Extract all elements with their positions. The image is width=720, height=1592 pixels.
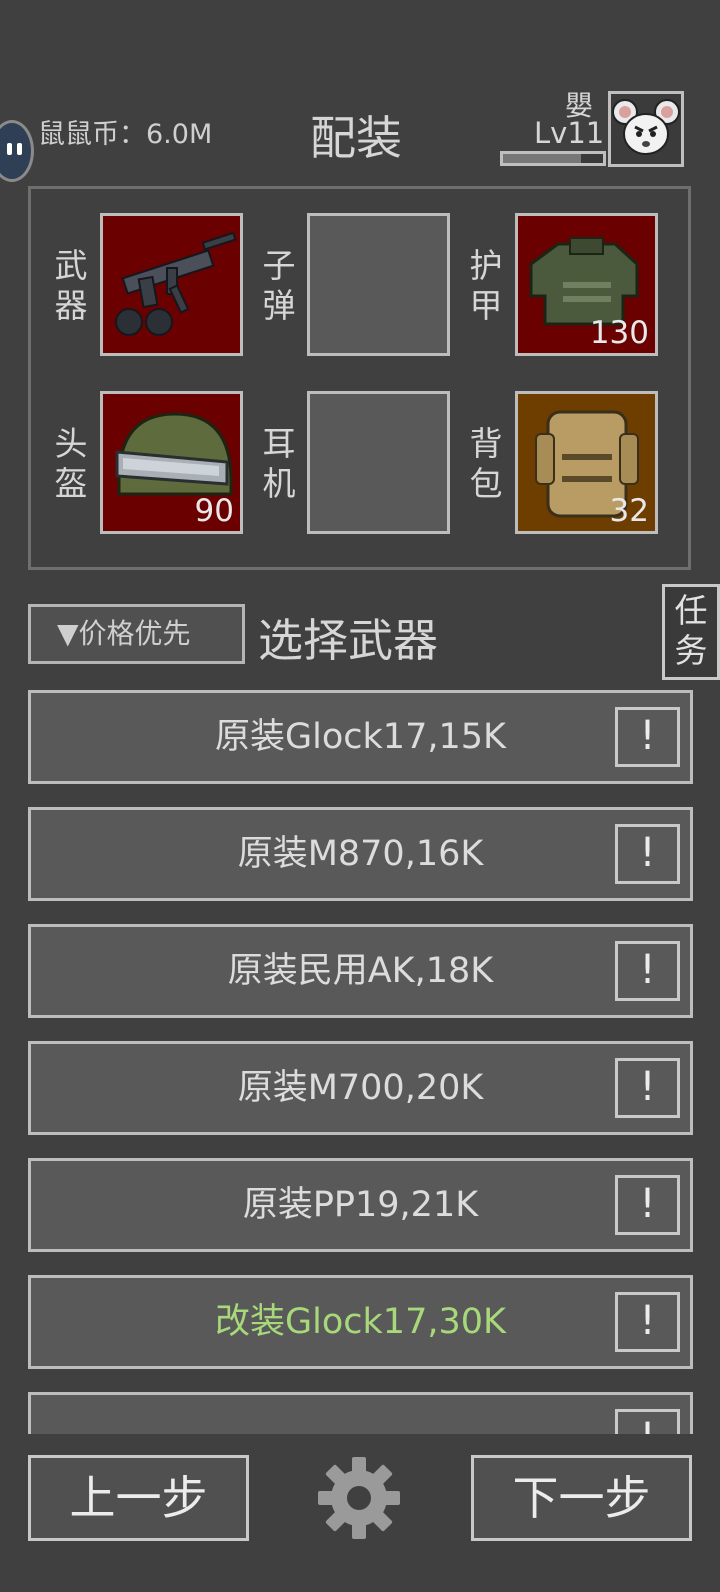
gun-icon [115, 231, 237, 336]
weapon-info-button[interactable]: ! [615, 1292, 680, 1352]
weapon-item-label: 原装M870,16K [237, 834, 484, 874]
ammo-slot-label: 子弹 [262, 246, 296, 325]
mouse-avatar-icon [612, 99, 680, 155]
weapon-list-item[interactable]: 原装Glock17,15K ! [28, 690, 693, 784]
weapon-slot-label: 武器 [54, 246, 88, 325]
sort-by-price-button[interactable]: ▼价格优先 [28, 604, 245, 664]
weapon-info-button[interactable]: ! [615, 941, 680, 1001]
helmet-slot-label: 头盔 [54, 424, 88, 503]
weapon-list-item[interactable]: 改装Glock17,30K ! [28, 1275, 693, 1369]
weapon-info-button[interactable]: ! [615, 1175, 680, 1235]
weapon-list[interactable]: 原装Glock17,15K ! 原装M870,16K ! 原装民用AK,18K … [28, 688, 693, 1434]
ammo-slot[interactable] [307, 213, 450, 356]
page-title: 配装 [310, 111, 402, 165]
armor-slot-label: 护甲 [469, 246, 503, 325]
weapon-item-label: 原装Glock17,15K [215, 717, 506, 757]
weapon-info-button[interactable]: ! [615, 1409, 680, 1434]
weapon-item-label: 原装M700,20K [237, 1068, 484, 1108]
weapon-info-button[interactable]: ! [615, 824, 680, 884]
next-step-button[interactable]: 下一步 [471, 1455, 692, 1541]
task-button[interactable]: 任务 [662, 584, 720, 680]
helmet-slot[interactable]: 90 [100, 391, 243, 534]
eye-icon [7, 143, 12, 155]
weapon-list-item[interactable]: 原装M870,16K ! [28, 807, 693, 901]
player-level: Lv11 [534, 116, 605, 150]
gear-icon [318, 1457, 400, 1539]
weapon-list-item[interactable]: 原装PP19,21K ! [28, 1158, 693, 1252]
player-avatar[interactable] [608, 91, 684, 167]
xp-bar-fill [503, 154, 581, 163]
backpack-value: 32 [609, 493, 649, 529]
headset-slot[interactable] [307, 391, 450, 534]
weapon-item-label: 原装民用AK,18K [227, 951, 494, 991]
weapon-item-label: 改装Glock17,30K [215, 1302, 506, 1342]
prev-step-button[interactable]: 上一步 [28, 1455, 249, 1541]
coin-balance: 鼠鼠币：6.0M [38, 119, 213, 150]
weapon-item-label [31, 1395, 690, 1434]
backpack-slot[interactable]: 32 [515, 391, 658, 534]
backpack-slot-label: 背包 [469, 424, 503, 503]
weapon-list-item[interactable]: 原装民用AK,18K ! [28, 924, 693, 1018]
select-weapon-title: 选择武器 [258, 614, 439, 667]
weapon-list-item[interactable]: ! [28, 1392, 693, 1434]
floating-assistant-button[interactable] [0, 120, 34, 182]
armor-value: 130 [589, 315, 649, 351]
helmet-value: 90 [194, 493, 234, 529]
settings-button[interactable] [316, 1455, 402, 1541]
armor-slot[interactable]: 130 [515, 213, 658, 356]
headset-slot-label: 耳机 [262, 424, 296, 503]
xp-bar [500, 151, 606, 166]
weapon-slot[interactable] [100, 213, 243, 356]
weapon-item-label: 原装PP19,21K [242, 1185, 479, 1225]
weapon-info-button[interactable]: ! [615, 1058, 680, 1118]
weapon-list-item[interactable]: 原装M700,20K ! [28, 1041, 693, 1135]
weapon-info-button[interactable]: ! [615, 707, 680, 767]
eye-icon [17, 143, 22, 155]
